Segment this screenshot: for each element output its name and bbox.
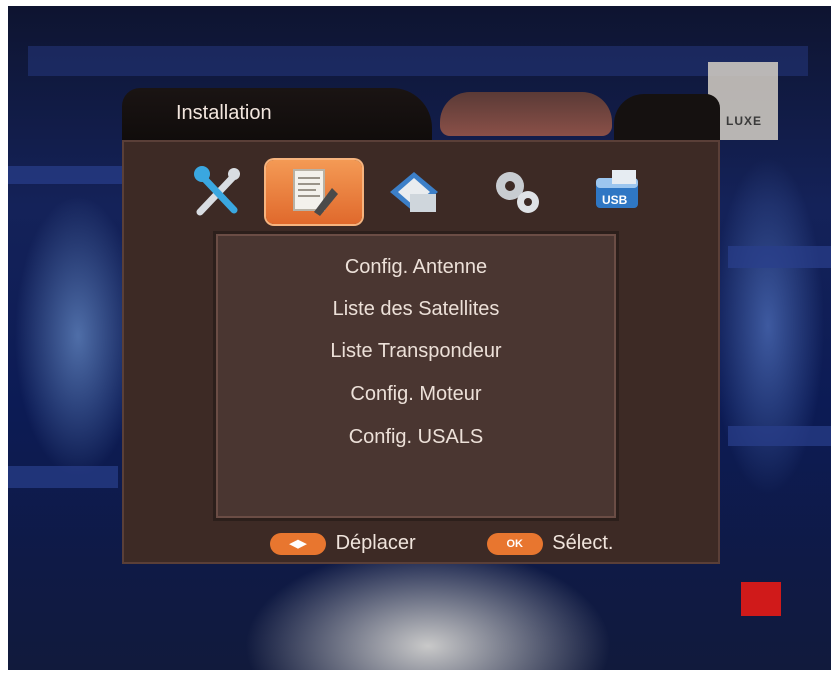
installation-icon [293, 169, 338, 216]
tab-icons-row: USB [170, 160, 670, 230]
title-decoration [440, 92, 612, 136]
settings-gears-icon [496, 172, 539, 213]
background-shape [8, 466, 118, 488]
move-hint-label: Déplacer [335, 532, 416, 554]
menu-item-liste-satellites[interactable]: Liste des Satellites [216, 291, 616, 327]
tab-channels[interactable] [366, 160, 462, 224]
tools-icon [194, 166, 240, 216]
tab-installation[interactable] [266, 160, 362, 224]
footer-hints: ◀▶ Déplacer OK Sélect. [270, 528, 613, 558]
red-indicator [741, 582, 781, 616]
channels-icon [390, 172, 438, 212]
arrows-key-icon: ◀▶ [270, 532, 326, 555]
tab-settings[interactable] [470, 160, 566, 224]
title-right-tab [614, 94, 720, 142]
menu-item-config-antenne[interactable]: Config. Antenne [216, 249, 616, 285]
background-shape [28, 46, 808, 76]
window-title: Installation [176, 102, 272, 124]
ok-key-icon: OK [486, 532, 543, 555]
background-shape [728, 426, 831, 446]
menu-item-liste-transpondeur[interactable]: Liste Transpondeur [216, 333, 616, 369]
channel-logo-text: LUXE [726, 114, 763, 128]
select-hint-label: Sélect. [552, 532, 614, 554]
tab-usb[interactable]: USB [570, 160, 666, 224]
svg-text:USB: USB [602, 193, 628, 207]
background-shape [8, 166, 128, 184]
menu-item-config-usals[interactable]: Config. USALS [216, 419, 616, 455]
usb-icon: USB [596, 170, 638, 208]
background-shape [728, 246, 831, 268]
menu-item-config-moteur[interactable]: Config. Moteur [216, 376, 616, 412]
tab-tools[interactable] [170, 160, 266, 224]
title-tab [122, 88, 432, 142]
